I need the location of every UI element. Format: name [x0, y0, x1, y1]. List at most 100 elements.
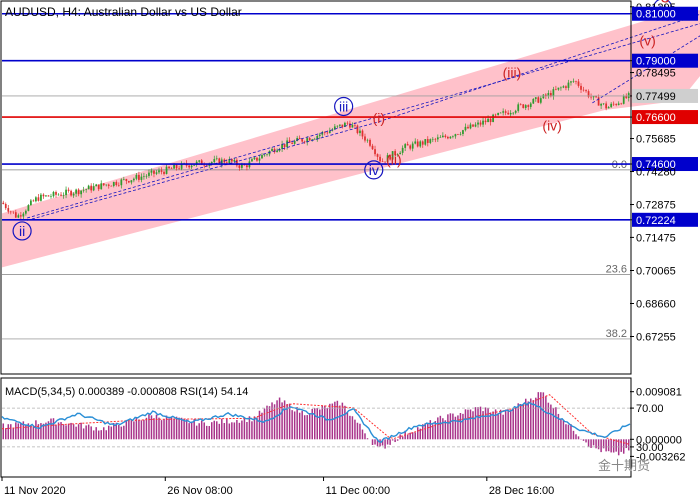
candle-body: [143, 176, 145, 177]
wave-label-ii: ii: [19, 223, 25, 239]
candle-body: [411, 143, 414, 149]
candle-body: [276, 150, 278, 153]
candle-body: [213, 159, 216, 163]
candle-body: [12, 211, 15, 213]
indicator-tick-label: 0.000000: [636, 434, 682, 446]
price-tick-label: 0.70065: [636, 266, 676, 278]
candle-body: [524, 105, 527, 108]
price-tick-label: 0.71475: [636, 232, 676, 244]
candle-body: [80, 190, 83, 195]
candle-body: [163, 171, 165, 174]
fib-label: 23.6: [606, 263, 627, 275]
candle-body: [449, 136, 452, 139]
candle-body: [9, 211, 12, 213]
candle-body: [70, 190, 72, 196]
candle-body: [539, 98, 542, 103]
candle-body: [567, 82, 570, 88]
candle-body: [351, 125, 354, 128]
candle-body: [293, 140, 296, 144]
candle-body: [504, 111, 507, 113]
candle-body: [298, 137, 301, 140]
candle-body: [494, 114, 497, 116]
candle-body: [439, 137, 442, 138]
candle-body: [552, 89, 555, 97]
price-pane: 0.023.638.2 iiiiiivv3(i)(ii)(iii)(iv)(v)…: [0, 0, 700, 375]
candle-body: [92, 186, 95, 191]
candle-body: [534, 97, 537, 99]
candle-body: [497, 112, 499, 115]
candle-body: [308, 138, 311, 141]
candle-body: [517, 104, 520, 111]
candle-body: [482, 120, 484, 125]
candle-body: [198, 160, 201, 162]
candle-body: [42, 194, 45, 197]
candle-body: [37, 197, 40, 201]
candle-body: [487, 118, 489, 123]
candle-body: [514, 110, 517, 113]
candle-body: [602, 103, 605, 105]
candle-body: [233, 159, 236, 162]
candle-body: [122, 179, 125, 180]
candle-body: [133, 178, 135, 181]
candle-body: [359, 130, 361, 134]
wave-label-ii: (ii): [386, 151, 402, 167]
candle-body: [266, 154, 268, 155]
candle-body: [509, 112, 512, 115]
candle-body: [160, 170, 163, 172]
candle-body: [492, 114, 494, 123]
candle-body: [441, 135, 444, 138]
candle-body: [328, 130, 331, 134]
candle-body: [454, 134, 457, 137]
price-tag-label: 0.76600: [636, 112, 676, 124]
time-axis: 11 Nov 2020 26 Nov 08:00 11 Dec 00:00 28 De…: [1, 477, 554, 497]
candle-body: [354, 125, 356, 126]
candle-body: [125, 179, 128, 182]
candle-body: [371, 145, 374, 150]
candle-body: [261, 155, 263, 159]
candle-body: [135, 174, 138, 179]
candle-body: [346, 122, 349, 124]
candle-body: [170, 168, 173, 169]
candle-body: [457, 134, 459, 135]
candle-body: [477, 122, 479, 125]
candle-body: [241, 164, 243, 168]
fib-label: 0.0: [612, 159, 627, 171]
wave-label-iii: iii: [339, 98, 348, 114]
time-tick-label: 26 Nov 08:00: [167, 485, 232, 497]
wave-label-iv: iv: [369, 162, 379, 178]
candle-body: [95, 184, 98, 187]
price-tick-label: 0.75685: [636, 134, 676, 146]
candle-body: [507, 112, 510, 115]
indicator-tick-label: 70.00: [636, 403, 664, 415]
time-tick-label: 11 Nov 2020: [4, 485, 66, 497]
candle-body: [45, 195, 47, 197]
candle-body: [32, 200, 35, 202]
candle-body: [610, 103, 613, 108]
candle-body: [30, 200, 32, 206]
candle-body: [361, 130, 364, 137]
candle-body: [27, 205, 30, 211]
candle-body: [452, 136, 454, 137]
price-tag-label: 0.81000: [636, 9, 676, 21]
price-channel: [2, 10, 700, 268]
candle-body: [148, 172, 150, 176]
candle-body: [117, 185, 120, 186]
candle-body: [565, 86, 567, 88]
candle-body: [105, 184, 108, 186]
candle-body: [140, 176, 143, 180]
candle-body: [67, 189, 70, 191]
wave-label-iii: (iii): [503, 64, 522, 80]
candle-body: [318, 134, 321, 136]
candle-body: [112, 181, 115, 186]
candle-body: [115, 181, 118, 186]
macd-histogram: [2, 392, 630, 456]
candle-body: [281, 144, 283, 149]
candle-body: [291, 142, 294, 144]
candle-body: [19, 215, 22, 217]
chart-canvas: 0.023.638.2 iiiiiivv3(i)(ii)(iii)(iv)(v)…: [0, 0, 700, 497]
candle-body: [401, 147, 404, 153]
price-tick-label: 0.67255: [636, 331, 676, 343]
candle-body: [153, 170, 155, 174]
candle-body: [256, 157, 258, 161]
candle-body: [404, 144, 407, 148]
